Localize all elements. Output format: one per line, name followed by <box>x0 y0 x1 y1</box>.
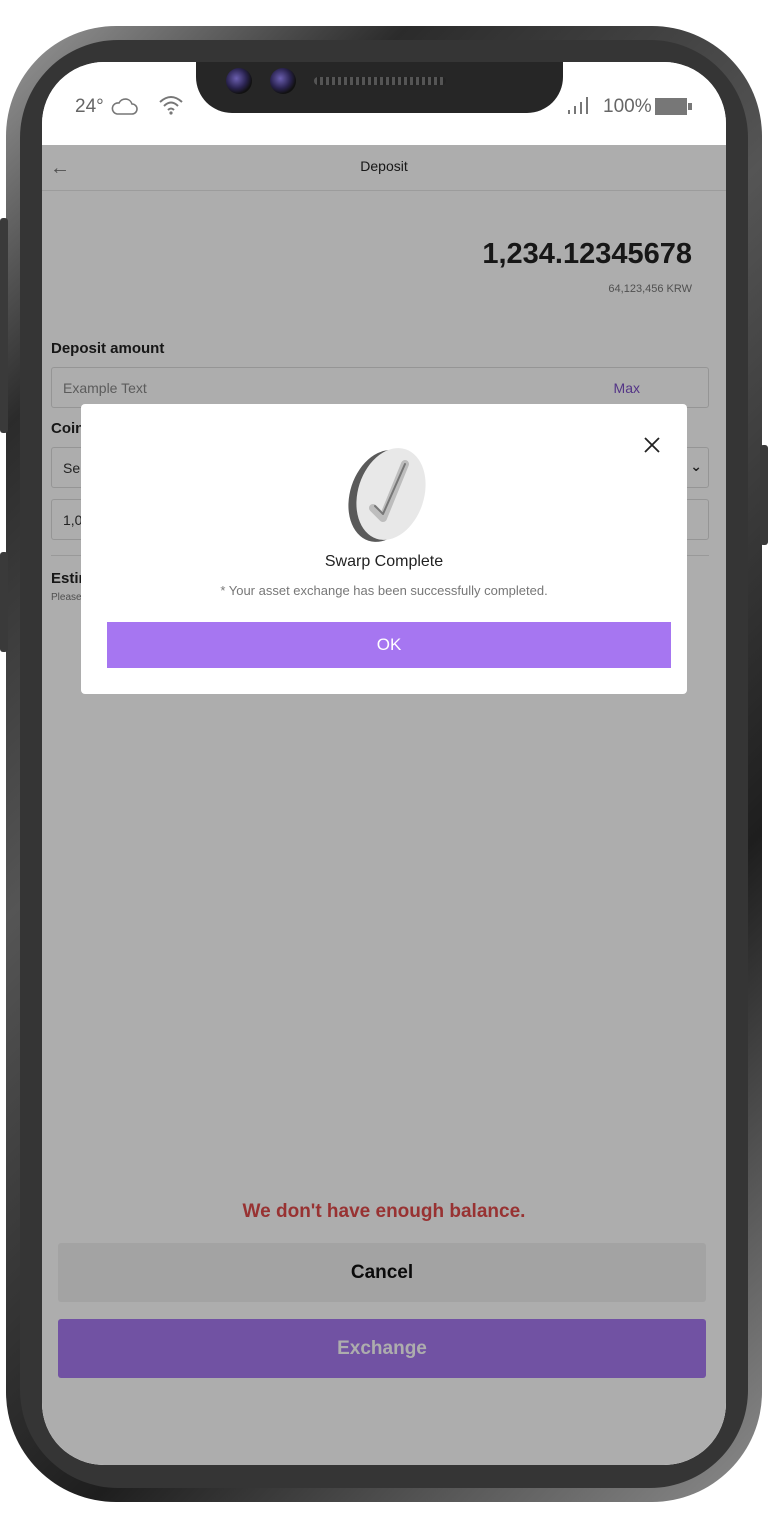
signal-icon <box>567 96 593 121</box>
camera-lens-icon <box>226 68 252 94</box>
phone-side-button-left-2 <box>0 552 8 652</box>
phone-side-button-right <box>760 445 768 545</box>
check-badge-icon <box>343 444 433 549</box>
cloud-icon <box>110 96 138 121</box>
ok-button[interactable]: OK <box>107 622 671 668</box>
battery-icon <box>655 98 692 115</box>
phone-side-button-left-1 <box>0 218 8 433</box>
phone-screen: 24° 100% ← Deposit 1,234.12345678 64,123… <box>42 62 726 1465</box>
speaker-grille <box>314 77 446 85</box>
camera-lens-icon <box>270 68 296 94</box>
close-icon[interactable] <box>643 436 661 454</box>
modal-description: * Your asset exchange has been successfu… <box>220 583 548 598</box>
modal-title: Swarp Complete <box>324 553 444 570</box>
camera-notch <box>196 62 563 113</box>
battery-percent: 100% <box>603 96 652 117</box>
modal-backdrop[interactable] <box>42 145 726 1465</box>
swap-complete-modal: Swarp Complete * Your asset exchange has… <box>81 404 687 694</box>
temperature-text: 24° <box>75 96 104 117</box>
wifi-icon <box>157 94 185 121</box>
